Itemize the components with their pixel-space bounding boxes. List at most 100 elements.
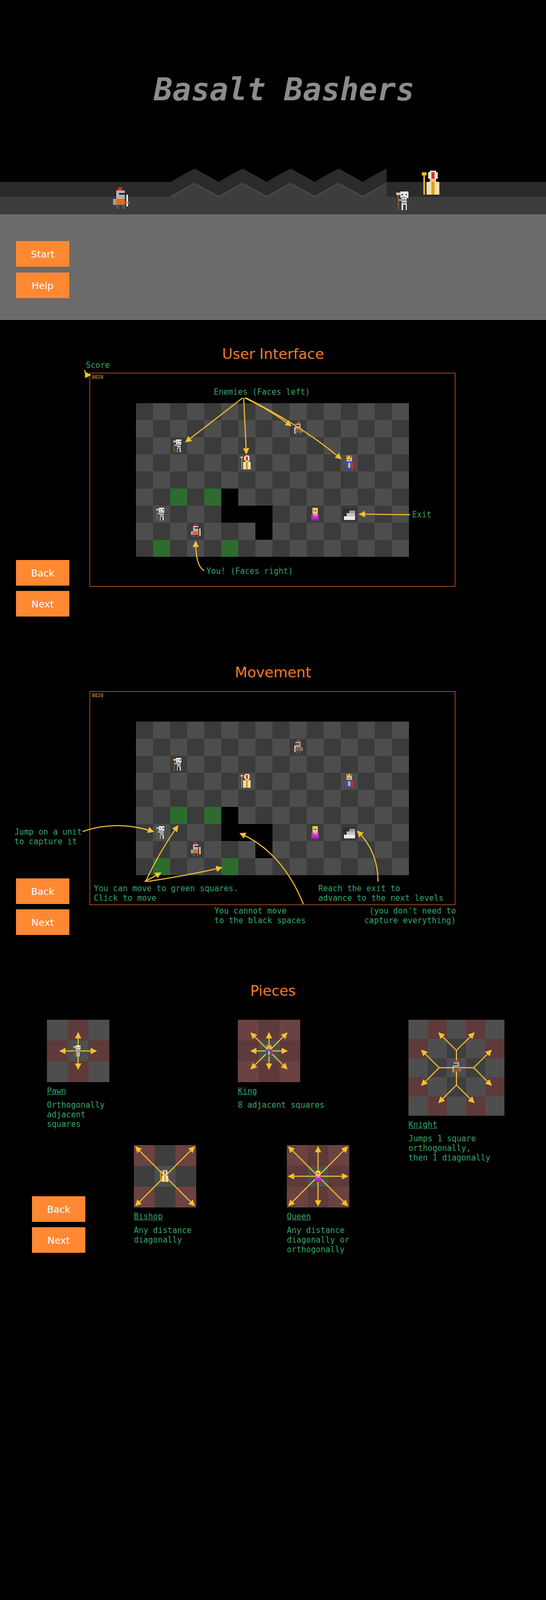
next-button[interactable]: Next	[15, 909, 70, 935]
piece-name[interactable]: Queen	[286, 1211, 311, 1222]
board-square[interactable]	[289, 420, 307, 438]
piece-name[interactable]: Bishop	[133, 1211, 163, 1222]
board-square	[323, 539, 341, 557]
move-square[interactable]	[221, 539, 239, 557]
board-square	[153, 789, 171, 807]
board-square	[306, 806, 324, 824]
board-square	[272, 505, 290, 523]
board-square[interactable]	[238, 454, 256, 472]
piece-name[interactable]: Pawn	[46, 1086, 67, 1096]
board-square[interactable]	[170, 755, 188, 773]
move-square[interactable]	[204, 488, 222, 506]
board-square[interactable]	[153, 505, 171, 523]
board-square	[272, 789, 290, 807]
board-square[interactable]	[306, 823, 324, 841]
board-square	[221, 755, 239, 773]
next-button[interactable]: Next	[31, 1226, 86, 1253]
board-square	[238, 403, 256, 421]
score: 0020	[91, 374, 104, 381]
board-square	[204, 505, 222, 523]
board-square	[289, 488, 307, 506]
board-square	[391, 789, 409, 807]
move-square[interactable]	[204, 806, 222, 824]
board-square	[221, 721, 239, 739]
board-square	[187, 471, 205, 489]
board-square	[272, 471, 290, 489]
board-square	[323, 488, 341, 506]
board-square	[289, 454, 307, 472]
board-square	[357, 755, 375, 773]
pieces-section: PiecesPawnOrthogonallyadjacentsquaresKin…	[0, 956, 546, 1255]
move-square[interactable]	[153, 539, 171, 557]
board-square	[323, 823, 341, 841]
board-square	[323, 806, 341, 824]
knight-icon	[451, 1060, 462, 1074]
board-square	[306, 471, 324, 489]
board-square	[204, 857, 222, 875]
board-square	[272, 522, 290, 540]
board-square	[153, 488, 171, 506]
piece-name[interactable]: King	[237, 1086, 258, 1096]
board-square	[135, 857, 154, 875]
board-square	[272, 738, 290, 756]
back-button[interactable]: Back	[31, 1195, 86, 1222]
board-square	[135, 420, 154, 438]
board-square[interactable]	[340, 505, 358, 523]
board-square	[153, 755, 171, 773]
pawn-icon	[154, 824, 170, 840]
board-square[interactable]	[170, 437, 188, 455]
board-square	[357, 454, 375, 472]
back-button[interactable]: Back	[15, 559, 70, 586]
move-square[interactable]	[170, 806, 188, 824]
game-title: Basalt Bashers	[131, 71, 415, 108]
board-square	[272, 539, 290, 557]
board-square[interactable]	[340, 823, 358, 841]
board-square[interactable]	[187, 840, 205, 858]
board-square	[306, 755, 324, 773]
move-square[interactable]	[221, 857, 239, 875]
back-button[interactable]: Back	[15, 878, 70, 904]
next-button[interactable]: Next	[15, 590, 70, 617]
help-button[interactable]: Help	[15, 272, 70, 299]
section-heading: Movement	[0, 663, 546, 681]
piece-description: Orthogonallyadjacentsquares	[46, 1099, 105, 1129]
section-heading: User Interface	[0, 345, 546, 363]
move-square[interactable]	[170, 488, 188, 506]
board-square	[306, 857, 324, 875]
board-square	[255, 789, 273, 807]
game-board[interactable]	[135, 721, 409, 875]
game-board[interactable]	[135, 403, 409, 557]
queen-icon	[307, 824, 323, 840]
board-square	[153, 721, 171, 739]
board-square	[135, 488, 154, 506]
board-square[interactable]	[340, 772, 358, 790]
move-square[interactable]	[153, 857, 171, 875]
exit-icon	[341, 824, 357, 840]
board-square	[204, 471, 222, 489]
board-square	[153, 522, 171, 540]
interface-section: User InterfaceBackNext0020ScoreEnemies (…	[0, 319, 546, 617]
wall-square	[238, 823, 256, 841]
board-square[interactable]	[306, 505, 324, 523]
board-square	[272, 403, 290, 421]
board-square	[255, 403, 273, 421]
board-square	[255, 488, 273, 506]
move-diagram	[237, 1019, 301, 1082]
move-diagram	[408, 1019, 505, 1116]
board-square	[204, 403, 222, 421]
board-square[interactable]	[289, 738, 307, 756]
board-square[interactable]	[153, 823, 171, 841]
board-square	[135, 840, 154, 858]
board-square	[289, 539, 307, 557]
board-square	[323, 840, 341, 858]
board-square[interactable]	[340, 454, 358, 472]
start-button[interactable]: Start	[15, 241, 70, 267]
board-square[interactable]	[238, 772, 256, 790]
piece-name[interactable]: Knight	[408, 1119, 438, 1130]
move-diagram	[46, 1019, 110, 1082]
board-square	[187, 755, 205, 773]
board-square	[272, 772, 290, 790]
board-square[interactable]	[187, 522, 205, 540]
board-square	[340, 539, 358, 557]
board-square	[255, 437, 273, 455]
